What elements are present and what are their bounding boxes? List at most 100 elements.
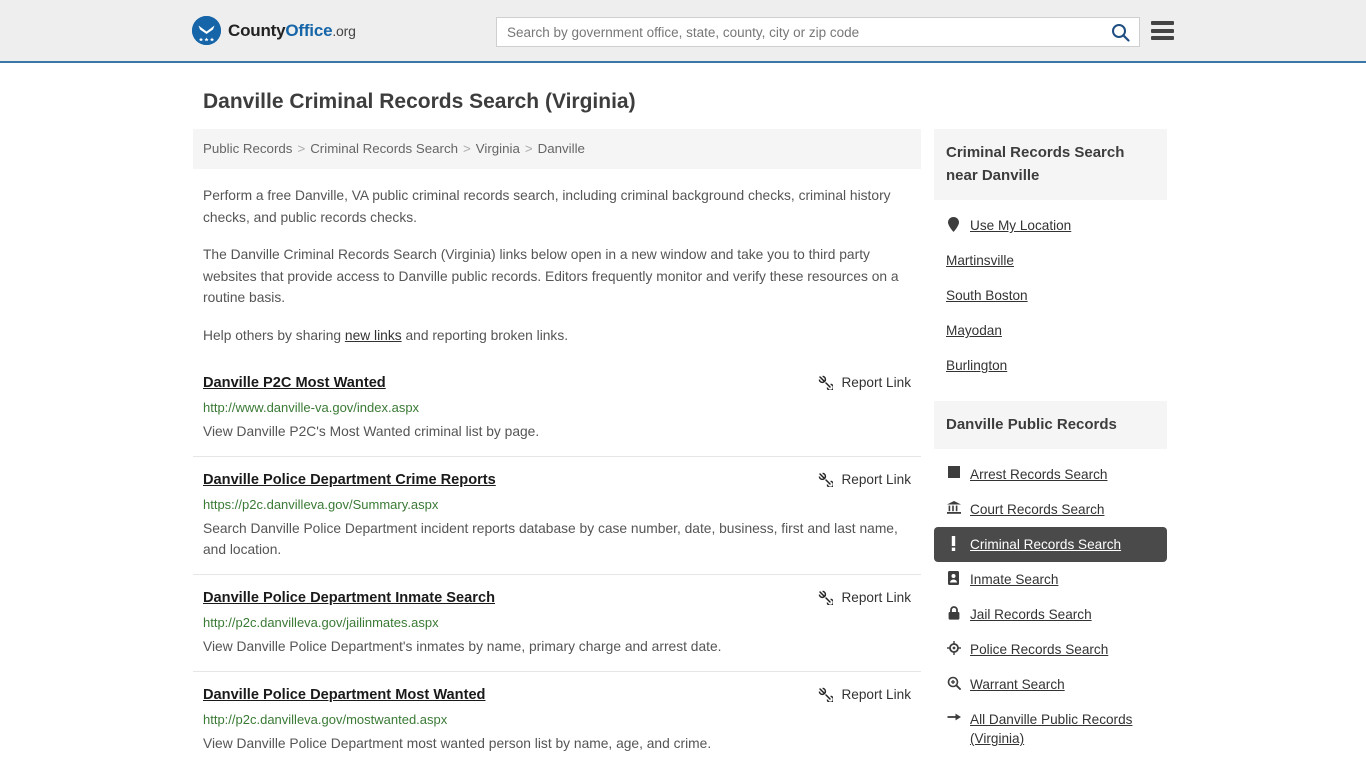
exclamation-icon [946,535,961,551]
sidebar-item-inmate-search[interactable]: Inmate Search [934,562,1167,597]
report-link-button[interactable]: Report Link [817,685,911,702]
site-header: CountyOffice.org [0,0,1366,63]
breadcrumb-separator: > [524,141,533,156]
broken-link-icon [819,590,834,605]
sidebar: Criminal Records Search near Danville Us… [934,129,1167,768]
sidebar-item-label: Police Records Search [970,642,1109,657]
police-badge-icon [946,640,961,655]
intro-paragraph-1: Perform a free Danville, VA public crimi… [203,188,891,225]
sidebar-item-police-records-search[interactable]: Police Records Search [934,632,1167,667]
report-link-button[interactable]: Report Link [817,373,911,390]
search-icon [1111,23,1130,42]
result-url[interactable]: https://p2c.danvilleva.gov/Summary.aspx [203,496,911,514]
intro-text: Perform a free Danville, VA public crimi… [193,185,921,346]
breadcrumb-item-virginia[interactable]: Virginia [476,141,520,156]
breadcrumb-item-danville[interactable]: Danville [538,141,585,156]
magnifier-plus-icon [946,675,961,690]
sidebar-item-label: Warrant Search [970,677,1065,692]
map-pin-icon [946,216,961,232]
sidebar-item-label: Mayodan [946,323,1002,338]
result-item: Danville Police Department Most Wanted R… [193,671,921,768]
intro-paragraph-2: The Danville Criminal Records Search (Vi… [203,247,899,305]
result-url[interactable]: http://www.danville-va.gov/index.aspx [203,399,911,417]
hamburger-bar-2 [1151,28,1174,33]
logo-text-county: County [228,20,286,40]
search-button[interactable] [1101,18,1139,46]
hamburger-bar-3 [1151,36,1174,40]
logo-text-office: Office [285,20,333,40]
intro-p3-before: Help others by sharing [203,327,345,343]
sidebar-item-arrest-records-search[interactable]: Arrest Records Search [934,457,1167,492]
sidebar-item-mayodan[interactable]: Mayodan [934,313,1167,348]
result-header: Danville Police Department Crime Reports… [203,470,911,490]
result-title-link[interactable]: Danville Police Department Crime Reports [203,470,496,490]
report-link-label: Report Link [841,686,911,702]
panel-heading-public-records: Danville Public Records [934,401,1167,449]
sidebar-item-burlington[interactable]: Burlington [934,348,1167,383]
county-office-logo-icon [192,16,221,45]
sidebar-item-all-danville-public-records[interactable]: All Danville Public Records (Virginia) [934,702,1167,756]
sidebar-item-label: Inmate Search [970,572,1059,587]
result-title-link[interactable]: Danville P2C Most Wanted [203,373,386,393]
search-bar[interactable] [496,17,1140,47]
broken-link-icon [819,687,834,702]
sidebar-item-label: Use My Location [970,218,1072,233]
breadcrumb-item-criminal-records-search[interactable]: Criminal Records Search [310,141,458,156]
hamburger-menu-icon[interactable] [1151,21,1174,40]
result-url[interactable]: http://p2c.danvilleva.gov/mostwanted.asp… [203,711,911,729]
broken-link-icon [819,375,834,390]
sidebar-item-label: Court Records Search [970,502,1105,517]
lock-icon [946,605,961,620]
result-description: Search Danville Police Department incide… [203,521,898,557]
id-badge-icon [946,570,961,585]
report-link-label: Report Link [841,589,911,605]
sidebar-item-label: South Boston [946,288,1028,303]
page-body: Danville Criminal Records Search (Virgin… [0,89,1366,768]
report-link-button[interactable]: Report Link [817,588,911,605]
sidebar-item-use-my-location[interactable]: Use My Location [934,208,1167,243]
new-links-link[interactable]: new links [345,328,402,343]
search-input[interactable] [497,18,1101,46]
hamburger-bar-1 [1151,21,1174,25]
panel-body-nearby: Use My Location Martinsville South Bosto… [934,200,1167,383]
result-url[interactable]: http://p2c.danvilleva.gov/jailinmates.as… [203,614,911,632]
result-item: Danville P2C Most Wanted Report Link htt… [193,360,921,456]
sidebar-item-warrant-search[interactable]: Warrant Search [934,667,1167,702]
intro-paragraph-3: Help others by sharing new links and rep… [203,325,911,347]
sidebar-item-martinsville[interactable]: Martinsville [934,243,1167,278]
sidebar-item-jail-records-search[interactable]: Jail Records Search [934,597,1167,632]
result-header: Danville P2C Most Wanted Report Link [203,373,911,393]
courthouse-icon [946,500,961,514]
panel-public-records: Danville Public Records Arrest Records S… [934,401,1167,756]
breadcrumb: Public Records > Criminal Records Search > V… [193,129,921,169]
result-item: Danville Police Department Crime Reports… [193,456,921,574]
panel-body-public-records: Arrest Records Search Court Records Sear… [934,449,1167,756]
site-logo-text: CountyOffice.org [228,21,356,41]
result-title-link[interactable]: Danville Police Department Inmate Search [203,588,495,608]
sidebar-item-label: Jail Records Search [970,607,1092,622]
panel-nearby-searches: Criminal Records Search near Danville Us… [934,129,1167,383]
sidebar-item-label: Criminal Records Search [970,537,1122,552]
broken-link-icon [819,472,834,487]
result-header: Danville Police Department Most Wanted R… [203,685,911,705]
report-link-label: Report Link [841,374,911,390]
sidebar-item-south-boston[interactable]: South Boston [934,278,1167,313]
sidebar-item-court-records-search[interactable]: Court Records Search [934,492,1167,527]
breadcrumb-separator: > [463,141,471,156]
sidebar-item-criminal-records-search[interactable]: Criminal Records Search [934,527,1167,562]
breadcrumb-item-public-records[interactable]: Public Records [203,141,292,156]
site-logo[interactable]: CountyOffice.org [192,16,356,45]
sidebar-item-label: Martinsville [946,253,1014,268]
arrow-right-icon [946,710,961,723]
result-description: View Danville P2C's Most Wanted criminal… [203,424,540,439]
result-title-link[interactable]: Danville Police Department Most Wanted [203,685,485,705]
results-list: Danville P2C Most Wanted Report Link htt… [193,360,921,768]
two-column-layout: Public Records > Criminal Records Search > V… [193,129,1173,768]
logo-text-tld: .org [332,22,356,39]
fingerprint-icon [946,465,961,478]
page-title: Danville Criminal Records Search (Virgin… [203,90,636,113]
content-container: Danville Criminal Records Search (Virgin… [193,89,1173,768]
report-link-button[interactable]: Report Link [817,470,911,487]
sidebar-item-label: Arrest Records Search [970,467,1108,482]
main-column: Public Records > Criminal Records Search > V… [193,129,921,768]
